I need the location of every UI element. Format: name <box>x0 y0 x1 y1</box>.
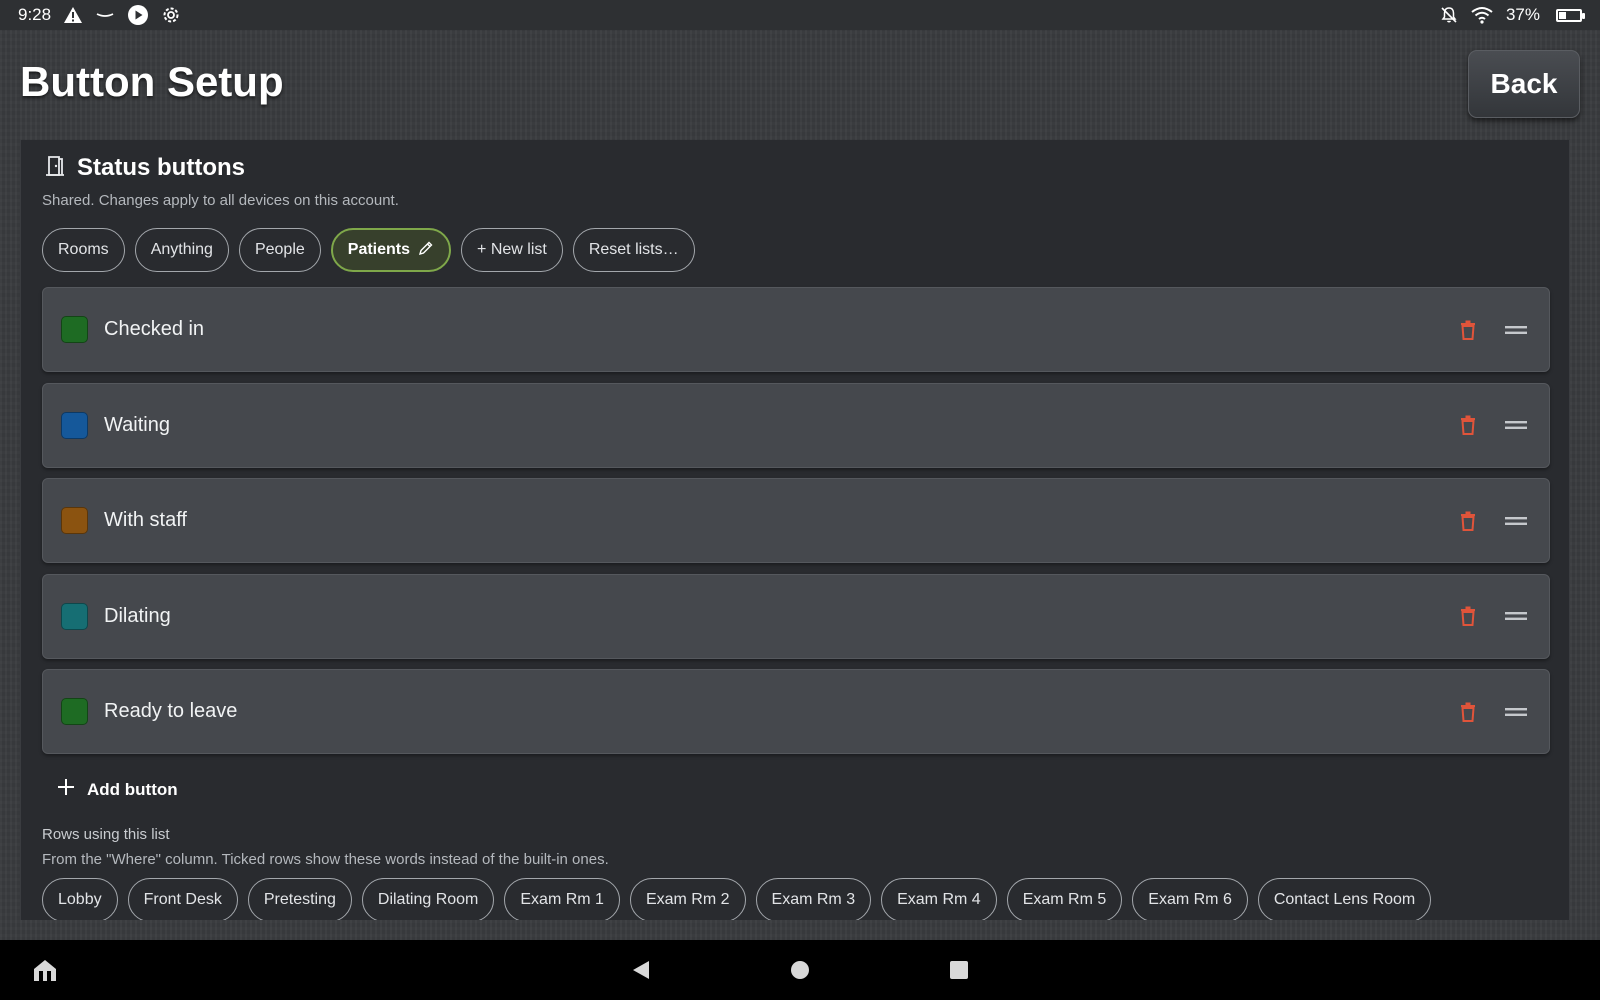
where-row-chip[interactable]: Exam Rm 6 <box>1132 878 1248 920</box>
status-bar-left: 9:28 <box>18 4 181 26</box>
navigation-bar <box>0 940 1600 1000</box>
battery-charging-icon <box>1556 8 1585 22</box>
battery-percent: 37% <box>1505 5 1540 24</box>
notifications-off-icon <box>1440 6 1458 24</box>
tab-label: Patients <box>347 241 411 258</box>
color-swatch[interactable] <box>61 698 88 726</box>
drag-handle-icon[interactable] <box>1505 701 1527 723</box>
where-row-chip[interactable]: Exam Rm 4 <box>881 878 997 920</box>
status-button-row[interactable]: Dilating <box>42 573 1550 659</box>
panel-title: Status buttons <box>77 154 245 181</box>
settings-icon <box>161 5 181 25</box>
tab-label: Reset lists… <box>588 241 679 258</box>
row-actions <box>1457 575 1527 658</box>
status-button-label: Dilating <box>104 604 171 627</box>
new-list-button[interactable]: + New list <box>461 228 563 272</box>
row-actions <box>1457 479 1527 562</box>
play-icon <box>127 4 149 26</box>
tab-patients[interactable]: Patients <box>330 228 452 272</box>
status-bar-right: 37% <box>1440 5 1585 25</box>
color-swatch[interactable] <box>61 602 88 630</box>
tab-label: + New list <box>477 241 547 258</box>
back-triangle-icon[interactable] <box>628 957 654 983</box>
status-button-row[interactable]: Checked in <box>42 287 1550 372</box>
status-button-row[interactable]: With staff <box>42 478 1550 564</box>
battery-fill <box>1559 11 1567 19</box>
drag-handle-icon[interactable] <box>1505 605 1527 627</box>
tab-anything[interactable]: Anything <box>134 228 229 272</box>
where-row-chip[interactable]: Lobby <box>42 878 118 920</box>
recents-square-icon[interactable] <box>948 959 970 981</box>
where-row-chip[interactable]: Dilating Room <box>361 878 495 920</box>
rows-label: Rows using this list <box>42 826 170 843</box>
home-icon[interactable] <box>30 956 60 984</box>
drag-handle-icon[interactable] <box>1505 414 1527 436</box>
plus-icon <box>57 778 75 801</box>
where-row-chip[interactable]: Front Desk <box>127 878 238 920</box>
where-row-chip[interactable]: Exam Rm 3 <box>755 878 872 920</box>
tab-rooms[interactable]: Rooms <box>42 228 125 272</box>
where-row-chip[interactable]: Exam Rm 2 <box>629 878 746 920</box>
add-button[interactable]: Add button <box>57 778 178 801</box>
trash-icon[interactable] <box>1457 605 1479 627</box>
list-tabs: Rooms Anything People Patients + New lis… <box>42 228 695 272</box>
row-actions <box>1457 670 1527 753</box>
add-button-label: Add button <box>87 779 178 799</box>
reset-lists-button[interactable]: Reset lists… <box>572 228 695 272</box>
status-button-row[interactable]: Waiting <box>42 382 1550 468</box>
trash-icon[interactable] <box>1457 414 1479 436</box>
where-row-chip[interactable]: Contact Lens Room <box>1257 878 1432 920</box>
color-swatch[interactable] <box>61 411 88 439</box>
tab-label: Rooms <box>58 241 109 258</box>
row-actions <box>1457 384 1527 467</box>
status-button-label: Ready to leave <box>104 700 238 723</box>
status-button-list: Checked in Waiting With staff Dilating Ready… <box>42 287 1550 765</box>
color-swatch[interactable] <box>61 316 88 343</box>
color-swatch[interactable] <box>61 507 88 535</box>
trash-icon[interactable] <box>1457 510 1479 532</box>
rows-subtitle: From the "Where" column. Ticked rows sho… <box>42 851 609 868</box>
row-actions <box>1457 288 1527 371</box>
clock: 9:28 <box>18 5 52 24</box>
where-row-chip[interactable]: Pretesting <box>247 878 352 920</box>
status-button-label: With staff <box>104 509 187 532</box>
status-button-row[interactable]: Ready to leave <box>42 669 1550 755</box>
trash-icon[interactable] <box>1457 701 1479 723</box>
where-row-chip[interactable]: Exam Rm 5 <box>1006 878 1123 920</box>
dash-icon <box>95 10 115 20</box>
page-title: Button Setup <box>20 58 284 105</box>
drag-handle-icon[interactable] <box>1505 319 1527 341</box>
where-row-chip[interactable]: Exam Rm 1 <box>504 878 620 920</box>
status-button-label: Checked in <box>104 318 205 340</box>
status-buttons-panel: Status buttons Shared. Changes apply to … <box>20 140 1570 920</box>
tab-label: People <box>254 241 305 258</box>
panel-header: Status buttons <box>45 154 245 182</box>
where-rows: Lobby Front Desk Pretesting Dilating Room Ex… <box>42 878 1432 920</box>
back-button[interactable]: Back <box>1468 50 1580 118</box>
panel-subtitle: Shared. Changes apply to all devices on … <box>42 192 399 209</box>
pencil-icon[interactable] <box>418 240 434 261</box>
tab-people[interactable]: People <box>238 228 321 272</box>
wifi-icon <box>1470 6 1494 24</box>
home-circle-icon[interactable] <box>788 958 812 982</box>
status-bar: 9:28 37% <box>0 0 1600 30</box>
tab-label: Anything <box>150 241 213 258</box>
trash-icon[interactable] <box>1457 319 1479 341</box>
warning-icon <box>63 6 83 24</box>
status-button-label: Waiting <box>104 413 170 436</box>
drag-handle-icon[interactable] <box>1505 510 1527 532</box>
door-icon <box>45 155 65 182</box>
